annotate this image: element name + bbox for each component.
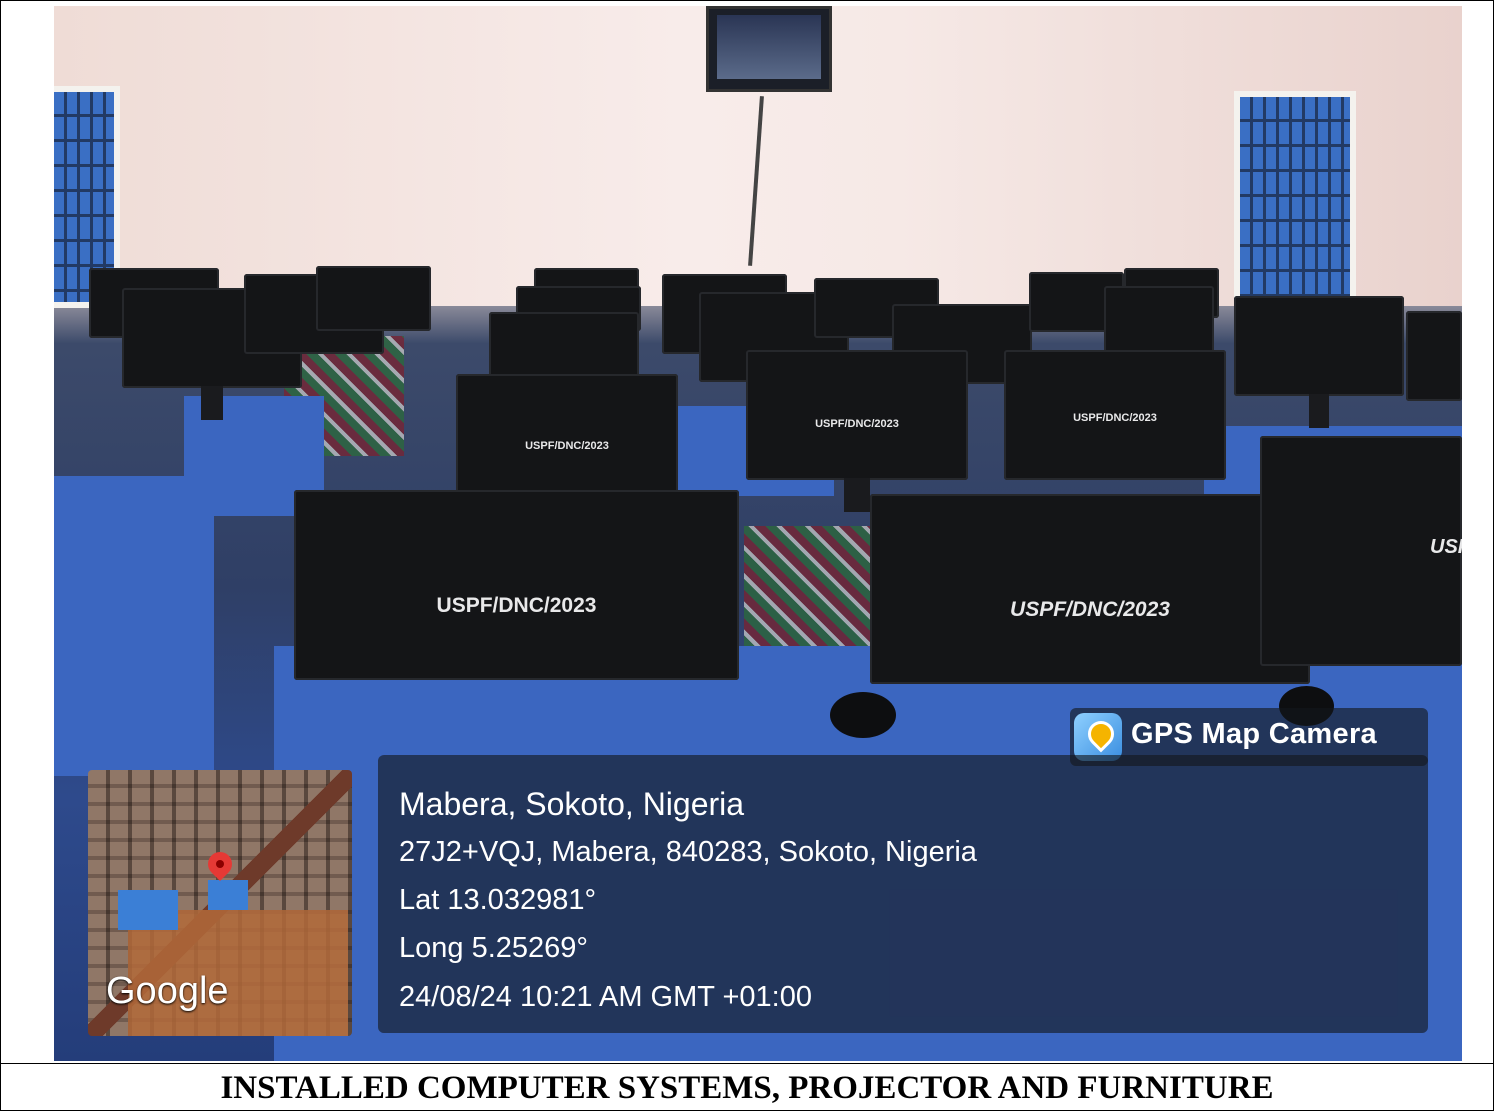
monitor: USPF bbox=[1260, 436, 1462, 666]
timestamp: 24/08/24 10:21 AM GMT +01:00 bbox=[399, 981, 812, 1013]
right-window bbox=[1234, 91, 1356, 303]
monitor: USPF/DNC/2023 bbox=[870, 494, 1310, 684]
gps-app-name: GPS Map Camera bbox=[1131, 718, 1377, 750]
monitor bbox=[316, 266, 431, 331]
monitor-label: USPF/DNC/2023 bbox=[1010, 598, 1170, 621]
monitor bbox=[1104, 286, 1214, 356]
monitor-label: USPF/DNC/2023 bbox=[525, 440, 609, 452]
location-title: Mabera, Sokoto, Nigeria bbox=[399, 786, 745, 822]
monitor: USPF/DNC/2023 bbox=[1004, 350, 1226, 480]
monitor bbox=[1234, 296, 1404, 428]
location-pin-icon bbox=[203, 847, 237, 881]
monitor-label: USPF/DNC/2023 bbox=[436, 594, 597, 617]
wall-screen bbox=[706, 6, 832, 92]
monitor: USPF/DNC/2023 bbox=[294, 490, 739, 680]
photo-caption: INSTALLED COMPUTER SYSTEMS, PROJECTOR AN… bbox=[0, 1063, 1494, 1112]
monitor: USPF/DNC/2023 bbox=[746, 350, 968, 512]
latitude: Lat 13.032981° bbox=[399, 884, 597, 916]
address: 27J2+VQJ, Mabera, 840283, Sokoto, Nigeri… bbox=[399, 836, 977, 868]
computer-mouse bbox=[830, 692, 896, 738]
monitor bbox=[489, 312, 639, 382]
gps-camera-icon bbox=[1074, 713, 1122, 761]
monitor: USPF/DNC/2023 bbox=[456, 374, 678, 494]
google-logo: Google bbox=[106, 970, 229, 1012]
desk-left bbox=[54, 476, 214, 776]
monitor-label: USPF/DNC/2023 bbox=[815, 418, 899, 430]
longitude: Long 5.25269° bbox=[399, 932, 588, 964]
monitor-label: USPF bbox=[1430, 536, 1462, 558]
monitor bbox=[1406, 311, 1462, 401]
monitor-label: USPF/DNC/2023 bbox=[1073, 412, 1157, 424]
